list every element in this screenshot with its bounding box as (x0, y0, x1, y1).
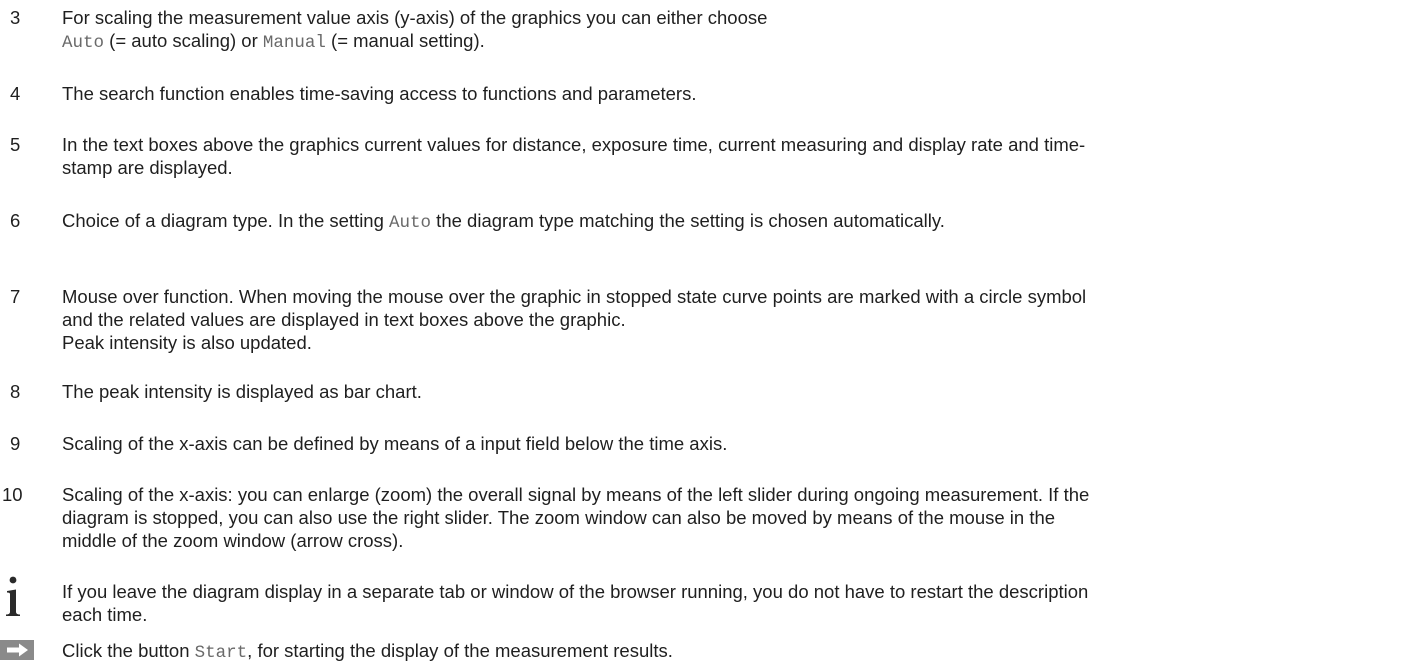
text-segment: Mouse over function. When moving the mou… (62, 286, 1087, 307)
text-line: Auto (= auto scaling) or Manual (= manua… (62, 29, 1417, 55)
text-line: Choice of a diagram type. In the setting… (62, 209, 1417, 235)
text-line: each time. (62, 603, 1417, 626)
text-segment: If you leave the diagram display in a se… (62, 581, 1089, 602)
text-segment: and the related values are displayed in … (62, 309, 626, 330)
text-line: diagram is stopped, you can also use the… (62, 506, 1417, 529)
text-line: stamp are displayed. (62, 156, 1417, 179)
text-segment: Scaling of the x-axis can be defined by … (62, 433, 728, 454)
code-term: Manual (262, 33, 326, 53)
item-number: 6 (10, 210, 21, 231)
text-line: and the related values are displayed in … (62, 308, 1417, 331)
item-text: The search function enables time-saving … (62, 82, 1417, 105)
item-text: The peak intensity is displayed as bar c… (62, 380, 1417, 403)
text-segment: Choice of a diagram type. In the setting (62, 210, 390, 231)
text-segment: Scaling of the x-axis: you can enlarge (… (62, 484, 1090, 505)
text-line: Scaling of the x-axis: you can enlarge (… (62, 483, 1417, 506)
document-page: 3 For scaling the measurement value axis… (0, 0, 1421, 665)
text-line: If you leave the diagram display in a se… (62, 580, 1417, 603)
text-segment: The peak intensity is displayed as bar c… (62, 381, 422, 402)
text-segment: The search function enables time-saving … (62, 83, 697, 104)
text-line: For scaling the measurement value axis (… (62, 6, 1417, 29)
item-number: 9 (10, 433, 21, 454)
item-number: 3 (10, 7, 21, 28)
text-segment: diagram is stopped, you can also use the… (62, 507, 1056, 528)
item-number: 5 (10, 134, 21, 155)
text-segment: , for starting the display of the measur… (247, 640, 673, 661)
text-segment: (= manual setting). (325, 30, 485, 51)
text-segment: the diagram type matching the setting is… (431, 210, 945, 231)
text-segment: Peak intensity is also updated. (62, 332, 312, 353)
text-line: The peak intensity is displayed as bar c… (62, 380, 1417, 403)
item-text: Mouse over function. When moving the mou… (62, 285, 1417, 354)
item-text: For scaling the measurement value axis (… (62, 6, 1417, 55)
text-line: Click the button Start, for starting the… (62, 639, 1417, 665)
item-number: 8 (10, 381, 21, 402)
text-segment: In the text boxes above the graphics cur… (62, 134, 1086, 155)
text-line: Scaling of the x-axis can be defined by … (62, 432, 1417, 455)
info-icon (4, 572, 28, 620)
text-segment: Click the button (62, 640, 195, 661)
text-line: Peak intensity is also updated. (62, 331, 1417, 354)
arrow-right-icon (0, 640, 34, 660)
text-segment: For scaling the measurement value axis (… (62, 7, 768, 28)
note-text: If you leave the diagram display in a se… (62, 580, 1417, 626)
text-segment: (= auto scaling) or (104, 30, 263, 51)
item-number: 10 (2, 484, 23, 505)
text-line: The search function enables time-saving … (62, 82, 1417, 105)
item-number: 4 (10, 83, 21, 104)
text-line: In the text boxes above the graphics cur… (62, 133, 1417, 156)
code-term: Start (194, 643, 248, 663)
text-segment: each time. (62, 604, 148, 625)
item-text: In the text boxes above the graphics cur… (62, 133, 1417, 179)
action-text: Click the button Start, for starting the… (62, 639, 1417, 665)
item-text: Scaling of the x-axis: you can enlarge (… (62, 483, 1417, 552)
code-term: Auto (389, 213, 432, 233)
item-text: Choice of a diagram type. In the setting… (62, 209, 1417, 235)
code-term: Auto (62, 33, 105, 53)
item-number: 7 (10, 286, 21, 307)
text-line: Mouse over function. When moving the mou… (62, 285, 1417, 308)
item-text: Scaling of the x-axis can be defined by … (62, 432, 1417, 455)
text-segment: stamp are displayed. (62, 157, 233, 178)
text-segment: middle of the zoom window (arrow cross). (62, 530, 404, 551)
text-line: middle of the zoom window (arrow cross). (62, 529, 1417, 552)
